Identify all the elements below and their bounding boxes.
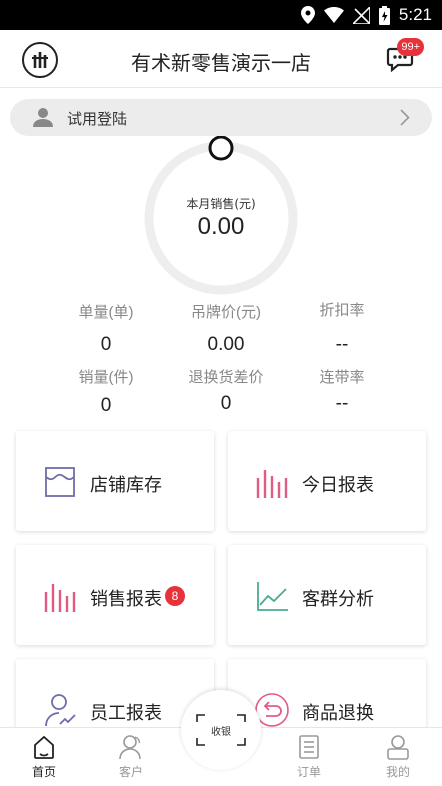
bar-chart-icon [256, 470, 288, 498]
stat-value: 0 [220, 393, 232, 414]
card-today-report[interactable]: 今日报表 [228, 431, 426, 531]
card-label: 今日报表 [302, 475, 374, 495]
stat-label: 连带率 [319, 369, 365, 386]
card-label: 客群分析 [302, 589, 374, 609]
checkout-label: 收银 [211, 727, 231, 738]
customer-icon [119, 735, 141, 760]
stat-label: 单量(单) [78, 304, 134, 321]
card-label: 商品退换 [302, 703, 374, 723]
order-icon [299, 735, 319, 759]
stat-sales-quantity: 销量(件) 0 [46, 366, 166, 417]
message-badge: 99+ [397, 38, 424, 56]
nav-item-customer[interactable]: 客户 [101, 734, 161, 780]
card-label: 员工报表 [90, 703, 162, 723]
status-bar: 5:21 [0, 0, 442, 30]
card-store-inventory[interactable]: 店铺库存 [16, 431, 214, 531]
status-time: 5:21 [398, 5, 432, 24]
employee-icon [45, 694, 76, 727]
line-chart-icon [257, 582, 288, 611]
stat-attach-rate: 连带率 -- [282, 366, 402, 415]
ring-progress-knob [208, 135, 234, 161]
home-icon [34, 735, 54, 759]
user-avatar-icon [33, 108, 53, 127]
monthly-sales-value: 0.00 [197, 213, 245, 240]
stat-order-count: 单量(单) 0 [46, 301, 166, 356]
app-header: 有术新零售演示一店 99+ [0, 30, 442, 88]
nav-item-profile[interactable]: 我的 [368, 734, 428, 780]
nav-label: 我的 [385, 765, 410, 779]
sales-report-badge: 8 [165, 586, 185, 606]
stat-value: 0.00 [207, 334, 245, 355]
card-label: 店铺库存 [90, 475, 162, 495]
stat-tag-price: 吊牌价(元) 0.00 [166, 301, 286, 356]
stat-value: 0 [100, 395, 112, 416]
nav-label: 订单 [296, 765, 321, 779]
monthly-sales-label: 本月销售(元) [186, 197, 256, 211]
nav-item-home[interactable]: 首页 [14, 734, 74, 780]
nav-label: 首页 [31, 765, 56, 779]
stat-value: -- [335, 393, 349, 414]
trial-login-label: 试用登陆 [67, 111, 128, 128]
chevron-right-icon [400, 109, 410, 126]
battery-charging-icon [378, 5, 390, 25]
stat-discount-rate: 折扣率 -- [282, 299, 402, 356]
card-customer-analysis[interactable]: 客群分析 [228, 545, 426, 645]
stat-value: 0 [100, 334, 112, 355]
card-sales-report[interactable]: 销售报表 8 [16, 545, 214, 645]
inventory-box-icon [45, 467, 75, 497]
profile-icon [387, 735, 409, 760]
wifi-icon [323, 7, 344, 23]
store-title: 有术新零售演示一店 [131, 53, 311, 75]
location-icon [300, 6, 315, 24]
nav-label: 客户 [118, 765, 143, 779]
bar-chart-icon [44, 584, 76, 612]
card-label: 销售报表 [90, 589, 162, 609]
stat-label: 吊牌价(元) [191, 304, 261, 321]
nav-item-orders[interactable]: 订单 [279, 734, 339, 780]
stat-label: 退换货差价 [188, 369, 264, 386]
status-icons: 5:21 [300, 5, 432, 25]
stat-label: 折扣率 [319, 302, 365, 319]
checkout-scan-button[interactable]: 收银 [181, 690, 261, 770]
no-sim-icon [352, 6, 370, 24]
stat-exchange-difference: 退换货差价 0 [166, 366, 286, 415]
trial-login-bar[interactable]: 试用登陆 [10, 99, 432, 136]
stat-value: -- [335, 334, 349, 355]
stat-label: 销量(件) [78, 369, 134, 386]
